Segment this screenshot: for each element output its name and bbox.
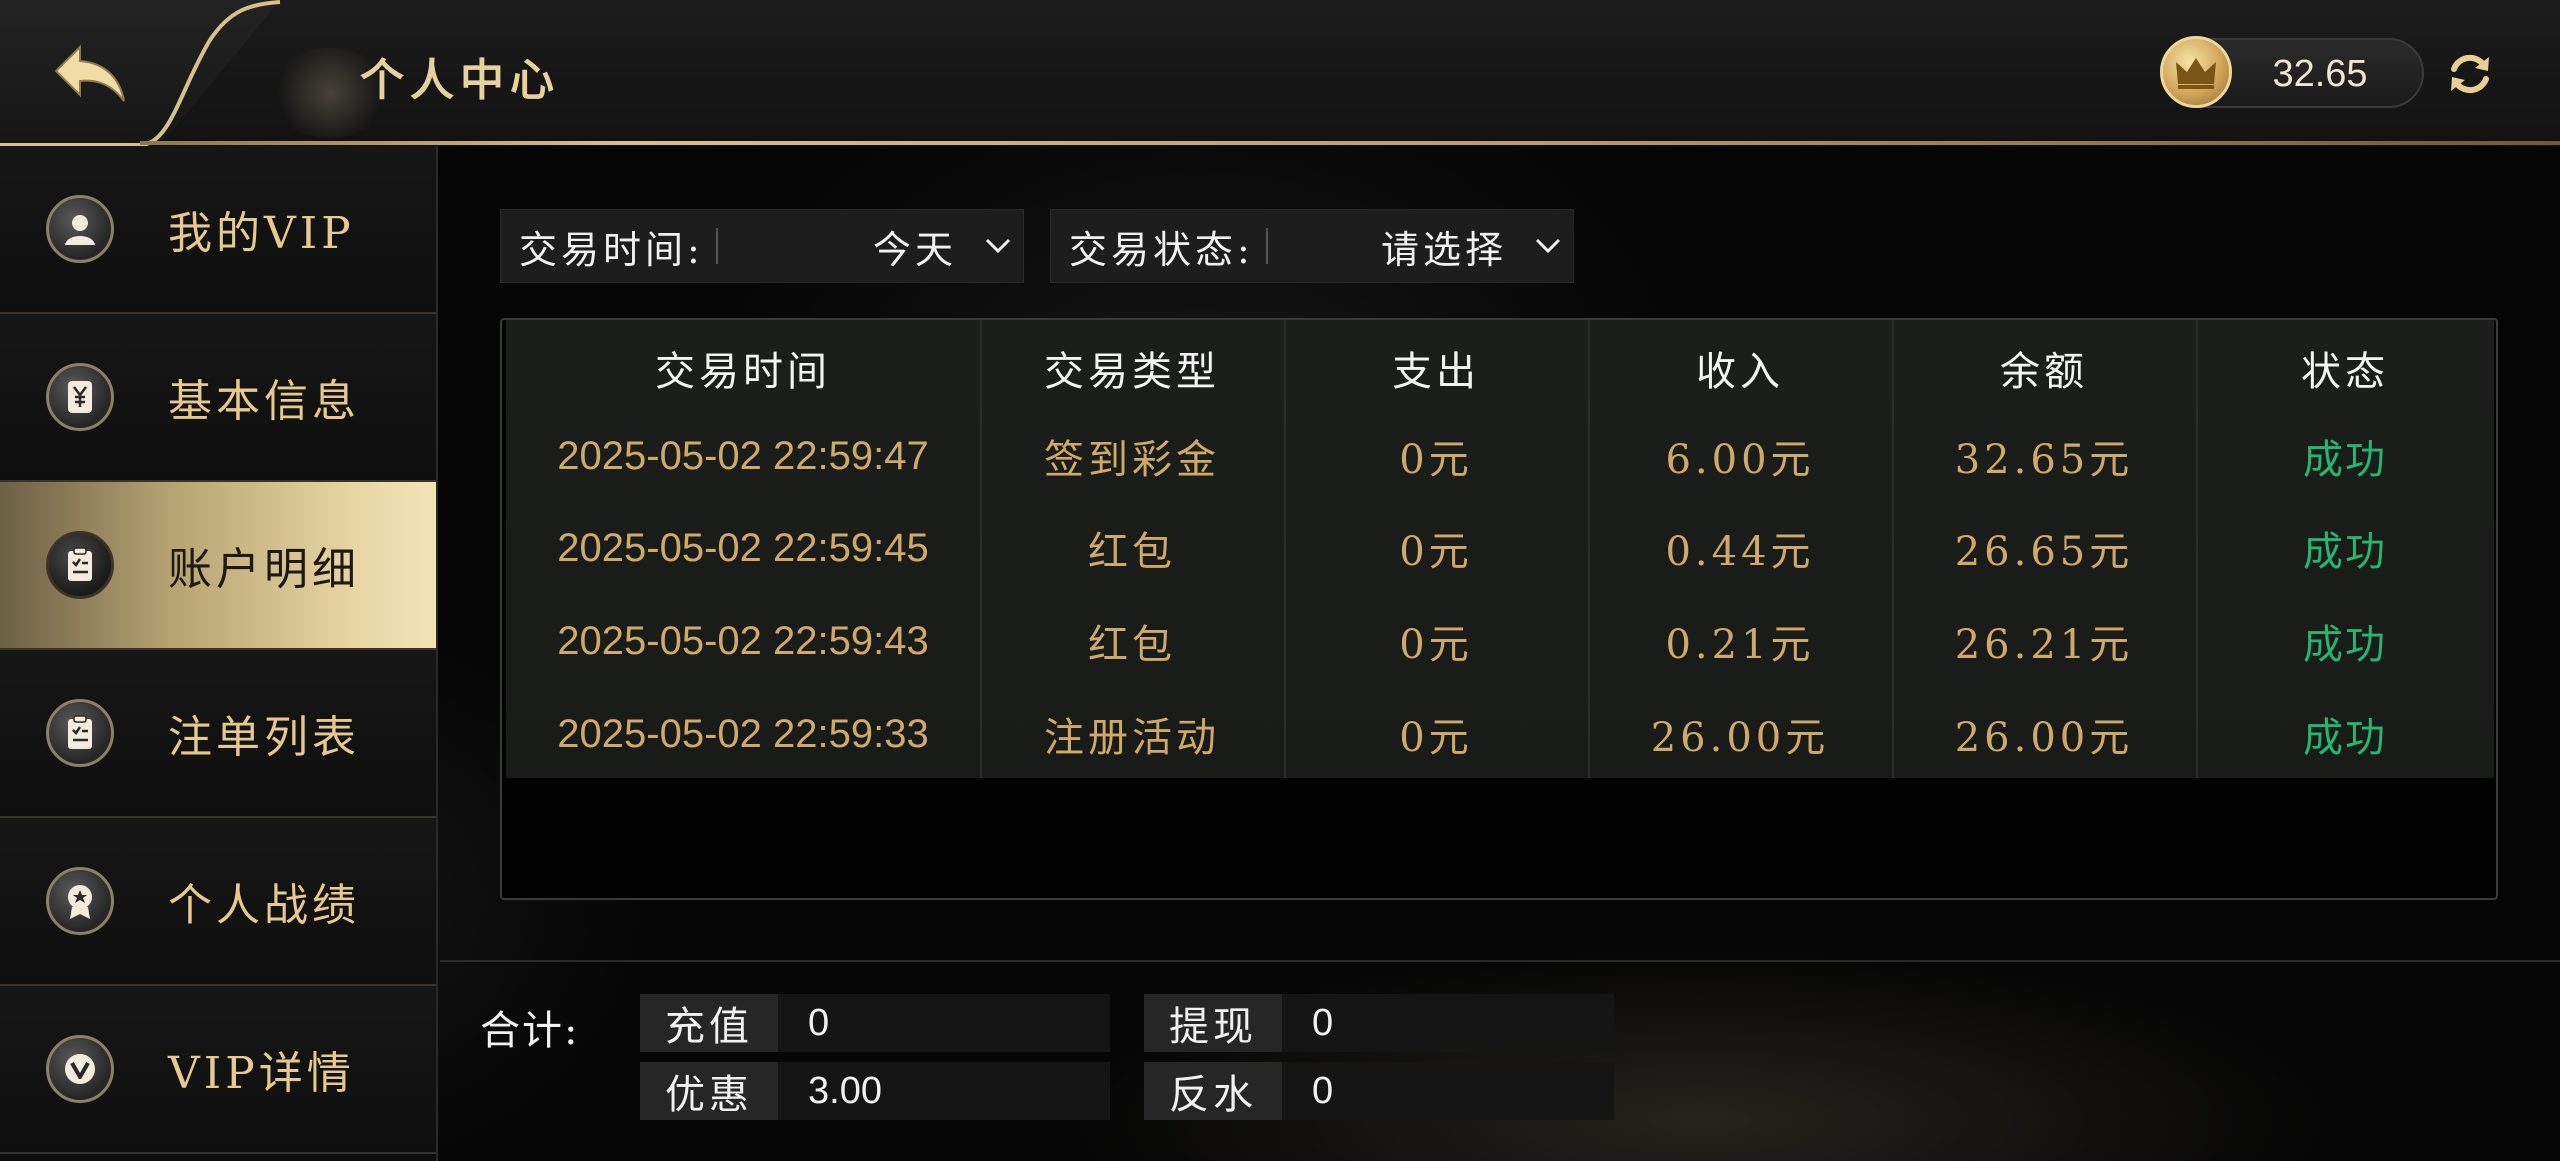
cell-balance: 26.65元 — [1954, 529, 2134, 575]
yuan-card-icon — [46, 363, 114, 431]
summary-key: 优惠 — [640, 1062, 778, 1120]
cell-time: 2025-05-02 22:59:43 — [557, 618, 929, 663]
cell-expense: 0元 — [1399, 437, 1473, 483]
medal-icon — [46, 867, 114, 935]
column-header-income: 收入 — [1696, 349, 1784, 395]
cell-type: 注册活动 — [1044, 715, 1220, 761]
sidebar-item-label: 个人战绩 — [168, 880, 360, 931]
cell-status: 成功 — [2303, 529, 2387, 575]
sidebar-item-my-vip[interactable]: 我的VIP — [0, 146, 436, 314]
summary-key: 提现 — [1144, 994, 1282, 1052]
refresh-icon — [2451, 54, 2489, 94]
filter-separator — [715, 228, 718, 264]
sidebar-item-label: 账户明细 — [168, 544, 360, 595]
top-bar: 个人中心 32.65 — [0, 0, 2560, 146]
sidebar-item-basic-info[interactable]: 基本信息 — [0, 314, 436, 482]
sidebar-item-bet-list[interactable]: 注单列表 — [0, 650, 436, 818]
cell-status: 成功 — [2303, 715, 2387, 761]
vip-badge-icon — [46, 1035, 114, 1103]
user-icon — [46, 195, 114, 263]
column-header-expense: 支出 — [1392, 349, 1480, 395]
chevron-down-icon — [1523, 226, 1573, 266]
balance-value: 32.65 — [2272, 52, 2368, 95]
cell-income: 26.00元 — [1650, 715, 1830, 761]
cell-type: 签到彩金 — [1044, 437, 1220, 483]
cell-balance: 26.21元 — [1954, 622, 2134, 668]
crown-coin-icon — [2160, 36, 2232, 108]
cell-income: 6.00元 — [1665, 437, 1815, 483]
transaction-time-filter[interactable]: 交易时间: 今天 — [500, 209, 1024, 283]
summary-value: 3.00 — [808, 1069, 882, 1112]
sidebar: 我的VIP 基本信息 账户明细 注单列表 个人战绩 VIP详情 — [0, 146, 438, 1161]
clipboard-icon — [46, 699, 114, 767]
cell-income: 0.21元 — [1665, 622, 1815, 668]
column-header-type: 交易类型 — [1044, 349, 1220, 395]
cell-status: 成功 — [2303, 622, 2387, 668]
filter-separator — [1265, 228, 1268, 264]
header-divider — [140, 141, 2560, 145]
sidebar-item-personal-record[interactable]: 个人战绩 — [0, 818, 436, 986]
back-arrow-icon — [54, 44, 125, 102]
sidebar-item-label: 基本信息 — [168, 376, 360, 427]
summary-key: 充值 — [640, 994, 778, 1052]
summary-discount: 优惠 3.00 — [640, 1062, 1110, 1120]
column-header-status: 状态 — [2301, 349, 2389, 395]
cell-type: 红包 — [1088, 622, 1176, 668]
cell-expense: 0元 — [1399, 715, 1473, 761]
cell-expense: 0元 — [1399, 622, 1473, 668]
cell-balance: 32.65元 — [1954, 437, 2134, 483]
cell-type: 红包 — [1088, 529, 1176, 575]
cell-time: 2025-05-02 22:59:47 — [557, 433, 929, 478]
summary-value: 0 — [808, 1001, 830, 1044]
sidebar-item-vip-details[interactable]: VIP详情 — [0, 986, 436, 1154]
page-title: 个人中心 — [360, 55, 560, 106]
transactions-table-container: 交易时间 交易类型 支出 收入 余额 状态 2025-05-02 22:59:4… — [500, 318, 2498, 900]
summary-divider — [440, 960, 2560, 962]
summary-recharge: 充值 0 — [640, 994, 1110, 1052]
sidebar-item-label: 我的VIP — [168, 208, 355, 259]
filter-label: 交易状态: — [1069, 227, 1254, 272]
chevron-down-icon — [973, 226, 1023, 266]
transaction-status-filter[interactable]: 交易状态: 请选择 — [1050, 209, 1574, 283]
column-header-time: 交易时间 — [655, 349, 831, 395]
summary-label: 合计: — [480, 1008, 580, 1054]
back-button[interactable] — [50, 38, 130, 108]
refresh-button[interactable] — [2442, 46, 2498, 102]
sidebar-item-label: VIP详情 — [168, 1048, 355, 1099]
cell-balance: 26.00元 — [1954, 715, 2134, 761]
summary-value: 0 — [1312, 1001, 1334, 1044]
clipboard-icon — [46, 531, 114, 599]
summary-withdraw: 提现 0 — [1144, 994, 1614, 1052]
cell-income: 0.44元 — [1665, 529, 1815, 575]
filter-selected-value: 请选择 — [1380, 227, 1507, 272]
column-header-balance: 余额 — [2000, 349, 2088, 395]
summary-rebate: 反水 0 — [1144, 1062, 1614, 1120]
cell-expense: 0元 — [1399, 529, 1473, 575]
cell-time: 2025-05-02 22:59:45 — [557, 525, 929, 570]
filter-label: 交易时间: — [519, 227, 704, 272]
sidebar-item-label: 注单列表 — [168, 712, 360, 763]
transactions-table: 交易时间 交易类型 支出 收入 余额 状态 2025-05-02 22:59:4… — [506, 320, 2494, 778]
header-curve-decoration — [0, 0, 281, 146]
filter-selected-value: 今天 — [872, 227, 957, 272]
sidebar-item-account-details[interactable]: 账户明细 — [0, 482, 436, 650]
cell-status: 成功 — [2303, 437, 2387, 483]
summary-value: 0 — [1312, 1069, 1334, 1112]
cell-time: 2025-05-02 22:59:33 — [557, 711, 929, 756]
summary-key: 反水 — [1144, 1062, 1282, 1120]
